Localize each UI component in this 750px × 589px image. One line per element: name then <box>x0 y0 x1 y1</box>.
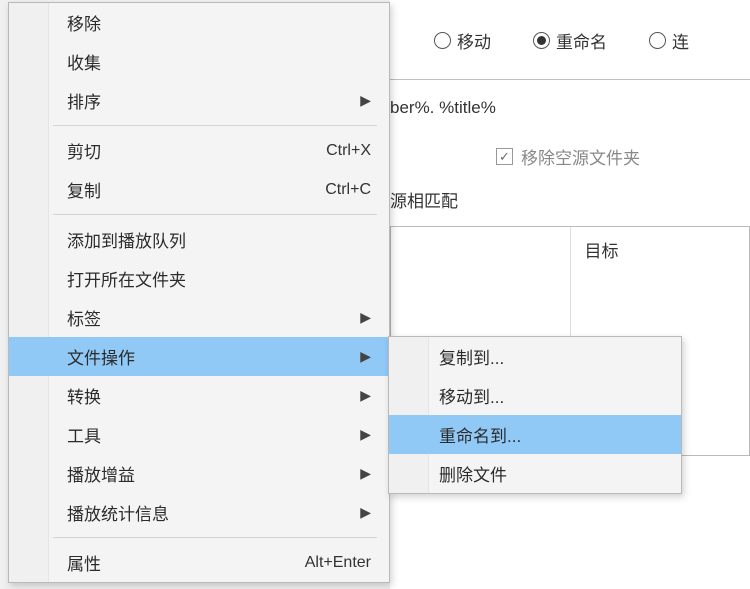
menu-open-folder[interactable]: 打开所在文件夹 <box>9 259 389 298</box>
menu-replaygain[interactable]: 播放增益 ▶ <box>9 454 389 493</box>
menu-copy[interactable]: 复制 Ctrl+C <box>9 170 389 209</box>
radio-link-label: 连 <box>672 28 689 53</box>
menu-label: 文件操作 <box>67 344 135 369</box>
submenu-delete-file[interactable]: 删除文件 <box>389 454 681 493</box>
menu-play-stats[interactable]: 播放统计信息 ▶ <box>9 493 389 532</box>
submenu-copy-to[interactable]: 复制到... <box>389 337 681 376</box>
menu-label: 添加到播放队列 <box>67 227 186 252</box>
submenu-move-to[interactable]: 移动到... <box>389 376 681 415</box>
menu-separator <box>53 537 377 538</box>
menu-label: 剪切 <box>67 138 101 163</box>
menu-label: 重命名到... <box>439 422 521 447</box>
menu-label: 收集 <box>67 49 101 74</box>
radio-rename[interactable]: 重命名 <box>533 28 607 53</box>
menu-label: 属性 <box>67 550 101 575</box>
operation-radio-group: 移动 重命名 连 <box>390 14 750 69</box>
menu-label: 工具 <box>67 422 101 447</box>
check-icon: ✓ <box>496 148 513 165</box>
menu-collect[interactable]: 收集 <box>9 42 389 81</box>
file-operations-submenu: 复制到... 移动到... 重命名到... 删除文件 <box>388 336 682 494</box>
filename-pattern-fragment: ber%. %title% <box>390 80 750 136</box>
menu-label: 播放增益 <box>67 461 135 486</box>
shortcut-text: Alt+Enter <box>305 554 371 572</box>
chevron-right-icon: ▶ <box>360 309 371 326</box>
radio-icon <box>533 32 550 49</box>
menu-label: 复制 <box>67 177 101 202</box>
chevron-right-icon: ▶ <box>360 504 371 521</box>
shortcut-text: Ctrl+C <box>325 181 371 199</box>
shortcut-text: Ctrl+X <box>326 142 371 160</box>
chevron-right-icon: ▶ <box>360 426 371 443</box>
menu-label: 排序 <box>67 88 101 113</box>
menu-label: 移动到... <box>439 383 504 408</box>
menu-label: 播放统计信息 <box>67 500 169 525</box>
menu-properties[interactable]: 属性 Alt+Enter <box>9 543 389 582</box>
menu-remove[interactable]: 移除 <box>9 3 389 42</box>
menu-add-play-queue[interactable]: 添加到播放队列 <box>9 220 389 259</box>
radio-icon <box>649 32 666 49</box>
chevron-right-icon: ▶ <box>360 465 371 482</box>
radio-rename-label: 重命名 <box>556 28 607 53</box>
menu-separator <box>53 125 377 126</box>
radio-move[interactable]: 移动 <box>434 28 491 53</box>
menu-label: 打开所在文件夹 <box>67 266 186 291</box>
menu-sort[interactable]: 排序 ▶ <box>9 81 389 120</box>
menu-cut[interactable]: 剪切 Ctrl+X <box>9 131 389 170</box>
menu-separator <box>53 214 377 215</box>
menu-label: 转换 <box>67 383 101 408</box>
menu-label: 复制到... <box>439 344 504 369</box>
radio-link[interactable]: 连 <box>649 28 689 53</box>
menu-label: 标签 <box>67 305 101 330</box>
context-menu: 移除 收集 排序 ▶ 剪切 Ctrl+X 复制 Ctrl+C 添加到播放队列 打… <box>8 2 390 583</box>
submenu-rename-to[interactable]: 重命名到... <box>389 415 681 454</box>
remove-empty-checkbox[interactable]: ✓ 移除空源文件夹 <box>390 136 750 183</box>
radio-move-label: 移动 <box>457 28 491 53</box>
menu-label: 移除 <box>67 10 101 35</box>
radio-icon <box>434 32 451 49</box>
remove-empty-label: 移除空源文件夹 <box>521 144 640 169</box>
match-source-label: 源相匹配 <box>390 183 750 216</box>
chevron-right-icon: ▶ <box>360 348 371 365</box>
menu-tools[interactable]: 工具 ▶ <box>9 415 389 454</box>
menu-label: 删除文件 <box>439 461 507 486</box>
chevron-right-icon: ▶ <box>360 387 371 404</box>
menu-tags[interactable]: 标签 ▶ <box>9 298 389 337</box>
right-panel: 移动 重命名 连 ber%. %title% ✓ 移除空源文件夹 源相匹配 目标 <box>390 0 750 589</box>
menu-file-operations[interactable]: 文件操作 ▶ <box>9 337 389 376</box>
menu-convert[interactable]: 转换 ▶ <box>9 376 389 415</box>
chevron-right-icon: ▶ <box>360 92 371 109</box>
